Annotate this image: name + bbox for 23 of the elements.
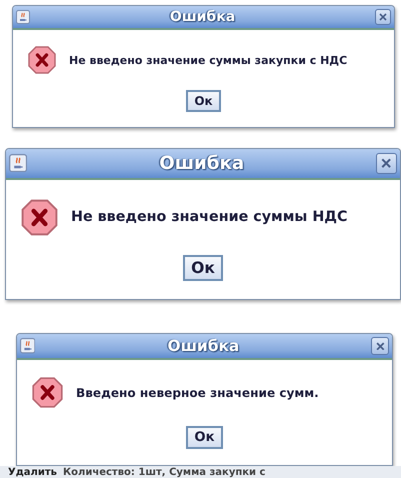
dialog-title: Ошибка [166,337,240,356]
ok-button[interactable]: Ок [186,90,221,112]
close-icon [379,13,387,21]
close-button[interactable] [376,152,397,174]
ok-button[interactable]: Ок [183,254,223,281]
delete-label: Удалить [8,466,57,478]
error-message: Не введено значение суммы НДС [71,209,348,226]
error-icon [27,45,57,75]
error-icon [20,198,59,237]
close-icon [376,342,385,350]
error-icon [31,376,64,410]
dialog-title: Ошибка [158,152,246,174]
dialog-title: Ошибка [168,9,236,25]
row-text: Количество: 1шт, Сумма закупки с [62,466,266,478]
close-button[interactable] [375,9,391,25]
close-button[interactable] [371,337,389,355]
error-message: Не введено значение суммы закупки с НДС [69,54,348,66]
java-cup-icon [9,154,28,172]
ok-button[interactable]: Ок [186,426,223,449]
close-icon [381,158,392,168]
java-cup-icon [20,338,36,354]
java-cup-icon [16,10,30,24]
error-message: Введено неверное значение сумм. [76,386,319,400]
